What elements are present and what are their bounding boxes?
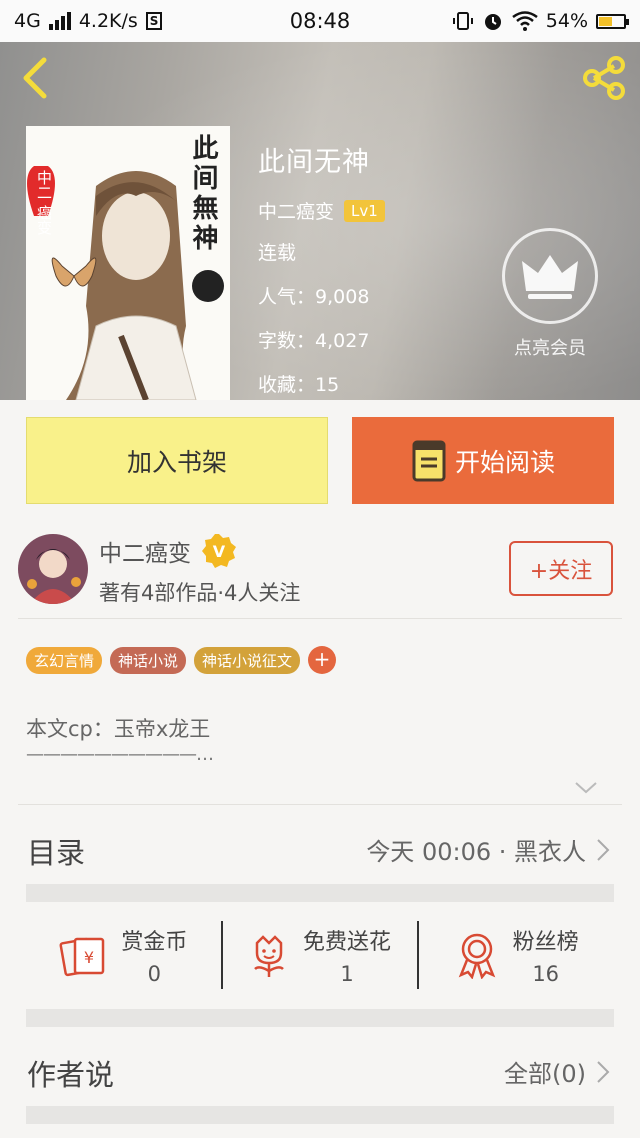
fan-ranking-medal-icon [458,933,495,979]
start-reading-button[interactable]: 开始阅读 [352,417,614,504]
author-card-name[interactable]: 中二癌变 [99,534,191,568]
chevron-right-icon [597,1060,610,1083]
author-says-all[interactable]: 全部(0) [504,1054,610,1089]
alarm-icon [484,14,501,30]
section-separator [26,884,614,902]
free-flower-stat[interactable]: 免费送花 1 [223,924,418,986]
word-count-label: 字数： [258,330,316,352]
book-title: 此间无神 [258,147,370,178]
battery-percent: 54% [545,10,588,32]
verified-badge-letter: V [213,542,226,561]
catalog-title: 目录 [27,836,86,870]
author-says-all-label: 全部(0) [504,1060,586,1088]
popularity-value: 9,008 [315,286,370,308]
notification-s-icon: S [145,12,163,30]
share-button[interactable] [580,54,628,102]
avatar-image [18,534,88,604]
author-card-name-row[interactable]: 中二癌变 V [99,533,237,569]
vibrate-icon [452,12,473,30]
section-separator [26,1009,614,1027]
start-reading-label: 开始阅读 [454,447,555,477]
tag-item[interactable]: 玄幻言情 [26,646,103,674]
vip-crown-button[interactable] [502,228,598,324]
catalog-row[interactable]: 目录 今天 00:06 · 黑衣人 [0,806,640,886]
verified-v-badge-icon: V [202,534,236,568]
tag-list: 玄幻言情 神话小说 神话小说征文 + [26,646,337,674]
author-avatar[interactable] [18,534,88,604]
follow-label: +关注 [529,558,593,584]
expand-synopsis-button[interactable] [573,776,599,798]
section-separator [26,1106,614,1124]
author-meta: 著有4部作品·4人关注 [99,581,301,605]
reward-coin-icon: ¥ [59,937,105,977]
add-to-shelf-label: 加入书架 [126,447,227,477]
chevron-right-icon [597,838,610,861]
stat-label: 免费送花 [303,930,392,955]
share-icon [583,56,625,100]
latest-chapter: 今天 00:06 · 黑衣人 [366,832,610,867]
author-says-row[interactable]: 作者说 全部(0) [0,1028,640,1108]
clock: 08:48 [289,9,351,33]
svg-text:¥: ¥ [84,948,94,967]
latest-chapter-text: 今天 00:06 · 黑衣人 [366,838,586,866]
tag-item[interactable]: 神话小说征文 [194,646,301,674]
battery-icon [596,13,629,29]
cover-author: 中二 癌变 [35,170,53,235]
network-type: 4G [14,10,41,32]
author-level-badge: Lv1 [344,199,385,222]
tag-item[interactable]: 神话小说 [110,646,187,674]
author-says-title: 作者说 [27,1058,115,1092]
favorites-value: 15 [315,374,340,396]
synopsis-continuation: ——————————… [26,744,214,765]
reward-coin-stat[interactable]: ¥ 赏金币 0 [26,924,221,986]
word-count-value: 4,027 [315,330,370,352]
network-speed: 4.2K/s [78,10,138,32]
stat-label: 赏金币 [121,930,188,955]
book-cover[interactable]: 此间無神 中二 癌变 [26,126,230,400]
favorites-row: 收藏：15 [258,370,385,397]
status-bar: 4G 4.2K/s S 08:48 54% [0,0,640,42]
chevron-down-icon [575,782,597,794]
crown-icon [522,255,578,299]
follow-button[interactable]: +关注 [509,541,613,596]
book-info: 此间无神 中二癌变 Lv1 连载 人气：9,008 字数：4,027 收藏：15 [258,140,385,414]
divider [18,618,622,619]
vip-label[interactable]: 点亮会员 [490,334,610,360]
flower-icon [254,935,284,977]
book-author-row[interactable]: 中二癌变 Lv1 [258,197,385,224]
book-icon [412,440,446,481]
fan-ranking-stat[interactable]: 粉丝榜 16 [419,924,614,986]
stat-label: 粉丝榜 [512,930,579,955]
stats-row: ¥ 赏金币 0 免费送花 1 粉丝榜 16 [26,902,614,1008]
popularity-label: 人气： [258,286,316,308]
popularity-row: 人气：9,008 [258,282,385,309]
cover-title: 此间無神 [188,134,218,254]
stat-value: 1 [340,962,354,986]
back-button[interactable] [16,56,56,100]
chevron-left-icon [23,57,47,99]
book-status: 连载 [258,242,297,264]
stat-value: 16 [532,962,560,986]
wifi-icon [512,11,538,31]
favorites-label: 收藏： [258,374,316,396]
word-count-row: 字数：4,027 [258,326,385,353]
add-to-shelf-button[interactable]: 加入书架 [26,417,328,504]
signal-icon [48,12,71,30]
divider [18,804,622,805]
book-author-name[interactable]: 中二癌变 [258,197,334,224]
stat-value: 0 [147,962,162,986]
add-tag-button[interactable]: + [308,646,337,674]
synopsis-text: 本文cp：玉帝x龙王 [26,717,211,741]
